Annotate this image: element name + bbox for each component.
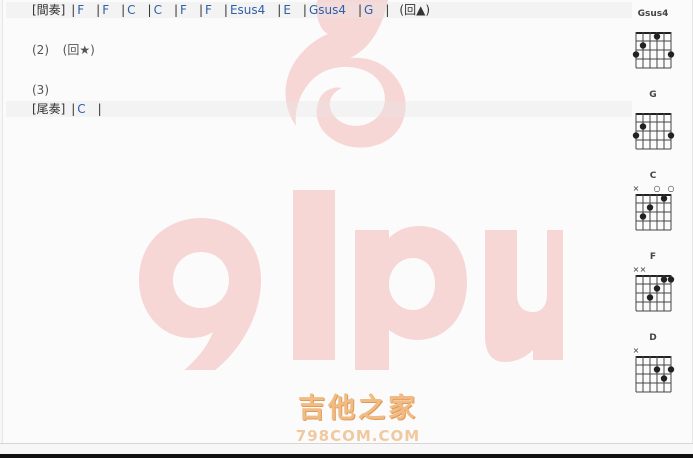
fretboard-diagram: × ○ ○ bbox=[633, 184, 675, 231]
chord-f[interactable]: F bbox=[205, 2, 212, 18]
bar-line: | bbox=[71, 102, 76, 116]
finger-dot bbox=[660, 276, 668, 283]
bar-line: | bbox=[173, 3, 179, 17]
chord-f[interactable]: F bbox=[77, 2, 84, 18]
watermark-logo bbox=[139, 0, 563, 370]
finger-dot bbox=[667, 132, 675, 139]
chord-chart-name: C bbox=[649, 171, 657, 181]
nut bbox=[636, 194, 671, 196]
chord-chart-name: G bbox=[649, 90, 657, 100]
finger-dot bbox=[653, 366, 661, 373]
finger-dot bbox=[660, 375, 668, 382]
chord-chart-name: F bbox=[649, 252, 657, 262]
finger-dot bbox=[632, 51, 640, 58]
finger-dot bbox=[667, 276, 675, 283]
open-string-marker: ○ bbox=[668, 184, 675, 193]
interlude-tokens: | F | F | C | C | F | F | Esus4 | E | Gsus4 | G | (回▲) bbox=[69, 3, 430, 17]
bottom-bar bbox=[0, 454, 693, 458]
section-2-repeat: (回★) bbox=[62, 43, 95, 57]
chord-chart-gsus4: Gsus4 bbox=[625, 8, 681, 74]
fretboard-diagram: × × bbox=[633, 265, 675, 312]
nut bbox=[636, 113, 671, 115]
bar-line: | bbox=[198, 3, 203, 17]
fretboard-diagram: × bbox=[633, 346, 675, 393]
open-string-marker: ○ bbox=[654, 184, 661, 193]
section-2-line: (2) (回★) bbox=[32, 42, 95, 58]
chord-e[interactable]: E bbox=[283, 2, 291, 18]
section-2-number: (2) bbox=[32, 43, 49, 57]
chord-c[interactable]: C bbox=[154, 2, 162, 18]
finger-dot bbox=[632, 132, 640, 139]
chord-chart-f: F × × bbox=[625, 251, 681, 317]
section-3-line: (3) bbox=[32, 82, 49, 98]
site-name: 吉他之家 bbox=[298, 393, 418, 424]
bar-line: | bbox=[277, 3, 282, 17]
finger-dot bbox=[646, 294, 654, 301]
repeat-marker: (回▲) bbox=[399, 3, 430, 17]
chord-chart-name: Gsus4 bbox=[637, 9, 669, 19]
finger-dot bbox=[653, 285, 661, 292]
chord-c[interactable]: C bbox=[127, 2, 135, 18]
finger-dot bbox=[667, 51, 675, 58]
bar-line: | bbox=[385, 3, 390, 17]
nut bbox=[636, 356, 671, 358]
bar-line: | bbox=[97, 102, 102, 116]
outro-tokens: | C | bbox=[69, 102, 101, 116]
bar-line: | bbox=[302, 3, 307, 17]
outro-label: [尾奏] bbox=[32, 102, 66, 116]
muted-string-marker: × bbox=[640, 265, 647, 274]
chord-g[interactable]: G bbox=[364, 2, 373, 18]
song-sheet: 吉他之家 798COM.COM [間奏] | F | F | C | C | F | F | Esus4 |… bbox=[2, 0, 693, 445]
muted-string-marker: × bbox=[633, 346, 640, 355]
site-watermark: 吉他之家 798COM.COM bbox=[278, 386, 438, 445]
finger-dot bbox=[667, 366, 675, 373]
chord-chart-name: D bbox=[649, 333, 657, 343]
footer-divider bbox=[0, 443, 693, 444]
bar-line: | bbox=[147, 3, 152, 17]
section-3-number: (3) bbox=[32, 83, 49, 97]
finger-dot bbox=[639, 42, 647, 49]
nut bbox=[636, 275, 671, 277]
bar-line: | bbox=[223, 3, 228, 17]
bar-line: | bbox=[358, 3, 363, 17]
nut bbox=[636, 32, 671, 34]
chord-f[interactable]: F bbox=[102, 2, 109, 18]
muted-string-marker: × bbox=[633, 265, 640, 274]
bar-line: | bbox=[71, 3, 76, 17]
chord-chart-g: G bbox=[625, 89, 681, 155]
fretboard-diagram bbox=[632, 113, 675, 150]
chord-f[interactable]: F bbox=[180, 2, 187, 18]
finger-dot bbox=[639, 123, 647, 130]
outro-line: [尾奏] | C | bbox=[6, 101, 632, 117]
muted-string-marker: × bbox=[633, 184, 640, 193]
finger-dot bbox=[646, 204, 654, 211]
bar-line: | bbox=[121, 3, 126, 17]
interlude-line: [間奏] | F | F | C | C | F | F | Esus4 | E | Gsus4 | G | (回▲) bbox=[6, 2, 632, 18]
finger-dot bbox=[653, 33, 661, 40]
bar-line: | bbox=[96, 3, 101, 17]
chord-chart-d: D × bbox=[625, 332, 681, 398]
finger-dot bbox=[639, 213, 647, 220]
chord-chart-c: C × ○ ○ bbox=[625, 170, 681, 236]
interlude-label: [間奏] bbox=[32, 3, 66, 17]
chord-esus4[interactable]: Esus4 bbox=[230, 2, 265, 18]
chord-c[interactable]: C bbox=[77, 101, 85, 117]
chord-gsus4[interactable]: Gsus4 bbox=[309, 2, 346, 18]
finger-dot bbox=[660, 195, 668, 202]
fretboard-diagram bbox=[632, 32, 675, 69]
